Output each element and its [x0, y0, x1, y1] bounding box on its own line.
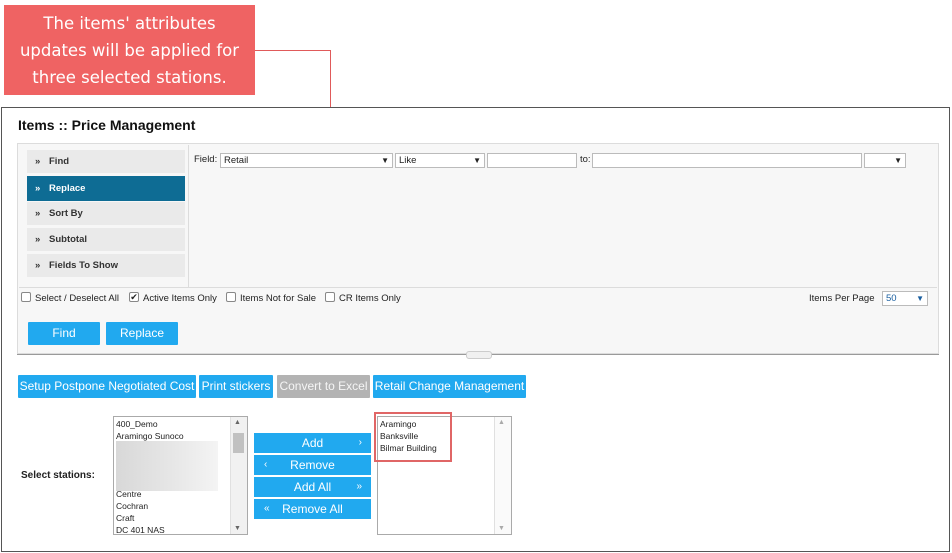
- find-button[interactable]: Find: [28, 322, 100, 345]
- list-item[interactable]: Centre: [116, 488, 142, 500]
- operator-select-value: Like: [399, 155, 417, 166]
- page-title: Items :: Price Management: [18, 117, 196, 133]
- menu-item-fields-to-show[interactable]: » Fields To Show: [27, 254, 185, 277]
- callout-leader-line-vertical: [330, 50, 331, 107]
- scroll-up-icon[interactable]: ▲: [234, 419, 241, 426]
- extra-select[interactable]: ▼: [864, 153, 906, 168]
- select-all-checkbox[interactable]: [21, 292, 31, 302]
- chevron-right-icon: ›: [358, 437, 362, 448]
- menu-item-label: Find: [49, 156, 70, 167]
- panel-divider-horizontal: [19, 287, 937, 288]
- callout-line-3: three selected stations.: [32, 68, 227, 87]
- menu-item-replace[interactable]: » Replace: [27, 176, 185, 201]
- list-item[interactable]: Craft: [116, 512, 134, 524]
- convert-to-excel-button[interactable]: Convert to Excel: [277, 375, 370, 398]
- list-scrollbar[interactable]: ▲ ▼: [230, 417, 247, 534]
- menu-item-label: Subtotal: [49, 234, 87, 245]
- callout-line-2: updates will be applied for: [19, 41, 240, 60]
- add-button-label: Add: [301, 436, 324, 450]
- redacted-items: [116, 441, 218, 491]
- add-all-button[interactable]: Add All »: [254, 477, 371, 497]
- callout-leader-line: [255, 50, 331, 51]
- scroll-down-icon[interactable]: ▼: [234, 525, 241, 532]
- active-items-checkbox[interactable]: ✔: [129, 292, 139, 302]
- callout-line-1: The items' attributes: [43, 14, 216, 33]
- dropdown-arrow-icon: ▼: [473, 156, 481, 165]
- value-input[interactable]: [487, 153, 577, 168]
- dropdown-arrow-icon: ▼: [894, 156, 902, 165]
- items-per-page-select[interactable]: 50 ▼: [882, 291, 928, 306]
- items-per-page-label: Items Per Page: [809, 293, 875, 304]
- print-stickers-button[interactable]: Print stickers: [199, 375, 273, 398]
- setup-postpone-button[interactable]: Setup Postpone Negotiated Cost: [18, 375, 196, 398]
- items-per-page-value: 50: [886, 293, 897, 304]
- splitter-handle[interactable]: [466, 351, 492, 359]
- select-stations-label: Select stations:: [21, 470, 95, 481]
- retail-change-management-button[interactable]: Retail Change Management: [373, 375, 526, 398]
- menu-item-label: Fields To Show: [49, 260, 118, 271]
- remove-all-button[interactable]: « Remove All: [254, 499, 371, 519]
- double-chevron-right-icon: »: [356, 481, 362, 492]
- menu-item-label: Replace: [49, 183, 86, 194]
- add-all-button-label: Add All: [293, 480, 332, 494]
- remove-button-label: Remove: [290, 458, 335, 472]
- list-item[interactable]: Cochran: [116, 500, 148, 512]
- chevron-right-icon: »: [35, 156, 41, 167]
- menu-item-label: Sort By: [49, 208, 83, 219]
- not-for-sale-label: Items Not for Sale: [240, 293, 317, 304]
- cr-items-checkbox[interactable]: [325, 292, 335, 302]
- not-for-sale-checkbox[interactable]: [226, 292, 236, 302]
- chevron-right-icon: »: [35, 208, 41, 219]
- menu-item-sort-by[interactable]: » Sort By: [27, 202, 185, 225]
- dropdown-arrow-icon: ▼: [916, 294, 924, 303]
- cr-items-label: CR Items Only: [339, 293, 401, 304]
- selected-stations-highlight: [374, 412, 452, 462]
- annotation-callout: The items' attributes updates will be ap…: [4, 5, 255, 95]
- add-button[interactable]: Add ›: [254, 433, 371, 453]
- field-select-value: Retail: [224, 155, 249, 166]
- field-select[interactable]: Retail ▼: [220, 153, 393, 168]
- panel-divider: [188, 145, 189, 287]
- scroll-up-icon[interactable]: ▲: [498, 419, 505, 426]
- replace-button[interactable]: Replace: [106, 322, 178, 345]
- list-scrollbar[interactable]: ▲ ▼: [494, 417, 511, 534]
- operator-select[interactable]: Like ▼: [395, 153, 485, 168]
- scrollbar-thumb[interactable]: [233, 433, 244, 453]
- available-stations-list[interactable]: 400_Demo Aramingo Sunoco Centre Cochran …: [113, 416, 248, 535]
- chevron-right-icon: »: [35, 234, 41, 245]
- field-label: Field:: [194, 154, 218, 165]
- select-all-label: Select / Deselect All: [35, 293, 119, 304]
- chevron-right-icon: »: [35, 183, 41, 194]
- remove-all-button-label: Remove All: [282, 502, 343, 516]
- chevron-right-icon: »: [35, 260, 41, 271]
- scroll-down-icon[interactable]: ▼: [498, 525, 505, 532]
- remove-button[interactable]: ‹ Remove: [254, 455, 371, 475]
- menu-item-subtotal[interactable]: » Subtotal: [27, 228, 185, 251]
- list-item[interactable]: 400_Demo: [116, 418, 158, 430]
- menu-item-find[interactable]: » Find: [27, 150, 185, 173]
- to-label: to:: [580, 154, 591, 165]
- check-icon: ✔: [130, 292, 138, 302]
- dropdown-arrow-icon: ▼: [381, 156, 389, 165]
- list-item[interactable]: DC 401 NAS: [116, 524, 165, 536]
- to-value-input[interactable]: [592, 153, 862, 168]
- active-items-label: Active Items Only: [143, 293, 217, 304]
